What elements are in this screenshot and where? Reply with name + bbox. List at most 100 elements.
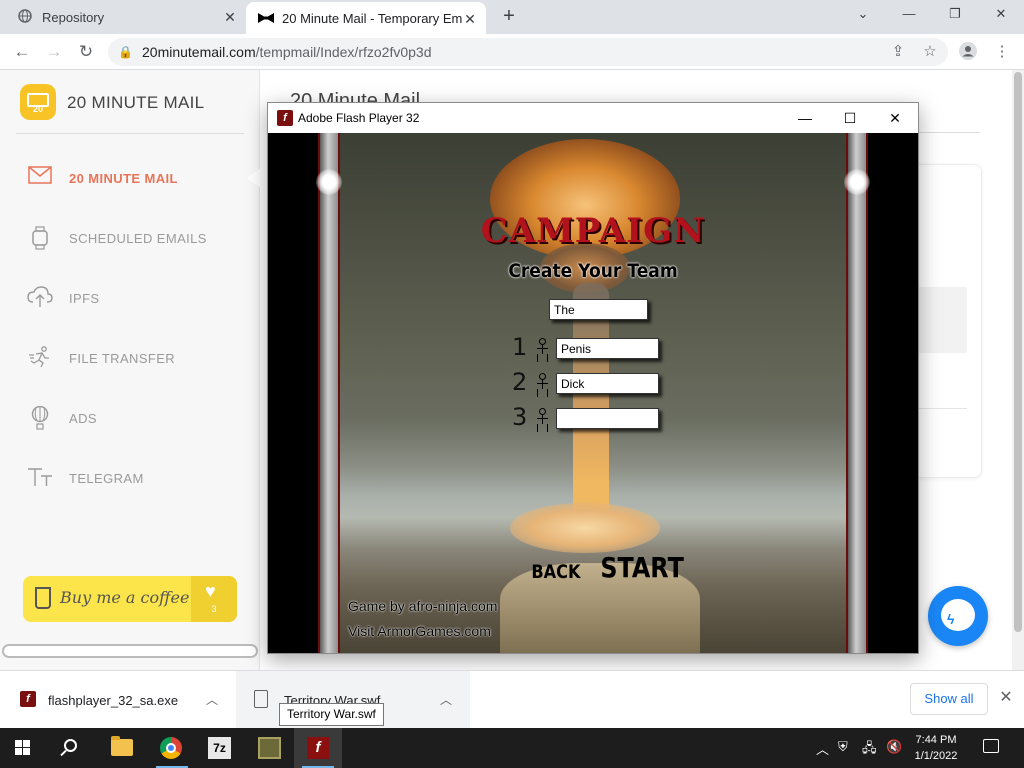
blast-base xyxy=(510,503,660,553)
folder-icon xyxy=(111,736,133,756)
coffee-count: 3 xyxy=(211,604,217,614)
buy-me-a-coffee-button[interactable]: Buy me a coffee ♥ 3 xyxy=(23,576,237,622)
coffee-label: Buy me a coffee xyxy=(60,588,190,607)
show-all-button[interactable]: Show all xyxy=(910,683,988,715)
unit-name-input-3[interactable] xyxy=(556,408,659,429)
sidebar: 20 20 MINUTE MAIL 20 MINUTE MAIL SCHEDUL… xyxy=(0,70,261,670)
coffee-count-box: ♥ 3 xyxy=(191,576,237,622)
address-bar[interactable]: 🔒 20minutemail.com/tempmail/Index/rfzo2f… xyxy=(108,38,948,66)
restore-icon[interactable]: ❐ xyxy=(944,6,966,26)
url-host: 20minutemail.com xyxy=(142,44,256,60)
forward-icon[interactable]: → xyxy=(44,42,64,62)
tooltip: Territory War.swf xyxy=(279,703,384,726)
vertical-scrollbar[interactable] xyxy=(1012,70,1024,670)
divider xyxy=(16,133,244,134)
chevron-up-icon[interactable]: ︿ xyxy=(204,691,220,707)
tab-search-icon[interactable]: ⌄ xyxy=(852,6,874,26)
close-window-icon[interactable]: ✕ xyxy=(990,6,1012,26)
menu-kebab-icon[interactable]: ⋮ xyxy=(992,42,1012,62)
game-app-button[interactable] xyxy=(246,728,294,768)
window-title: Adobe Flash Player 32 xyxy=(298,111,420,125)
mail-icon xyxy=(27,166,53,190)
flash-stage[interactable]: CAMPAIGN Create Your Team 1 2 3 BACK STA… xyxy=(268,133,918,653)
notification-icon[interactable] xyxy=(983,739,999,753)
sidebar-item-label: IPFS xyxy=(69,291,100,306)
globe-icon xyxy=(18,8,32,26)
network-icon[interactable]: 🖧 xyxy=(862,739,877,761)
sidebar-item-label: 20 MINUTE MAIL xyxy=(69,171,178,186)
clock[interactable]: 7:44 PM 1/1/2022 xyxy=(910,732,962,764)
close-tab-icon[interactable]: ✕ xyxy=(462,11,478,27)
share-icon[interactable]: ⇪ xyxy=(888,42,908,62)
unit-name-input-1[interactable] xyxy=(556,338,659,359)
logo[interactable]: 20 xyxy=(20,84,56,120)
flash-icon: f xyxy=(20,691,36,707)
brand-name[interactable]: 20 MINUTE MAIL xyxy=(67,93,204,113)
flash-titlebar[interactable]: f Adobe Flash Player 32 — ☐ ✕ xyxy=(268,103,918,133)
logo-badge: 20 xyxy=(32,104,43,114)
credit-text[interactable]: Game by afro-ninja.com xyxy=(348,598,497,614)
left-light-orb xyxy=(316,169,342,195)
bookmark-star-icon[interactable]: ☆ xyxy=(920,42,940,62)
search-icon xyxy=(64,739,77,752)
credit-text[interactable]: Visit ArmorGames.com xyxy=(348,623,491,639)
scrollbar-thumb[interactable] xyxy=(1014,72,1022,632)
messenger-chat-button[interactable]: ϟ xyxy=(928,586,988,646)
taskbar: 7z f ︿ ⛨ 🖧 🔇 7:44 PM 1/1/2022 xyxy=(0,728,1024,768)
download-item[interactable]: f flashplayer_32_sa.exe ︿ xyxy=(0,671,236,729)
back-button[interactable]: BACK xyxy=(531,561,580,583)
back-icon[interactable]: ← xyxy=(12,42,32,62)
stick-figure-icon xyxy=(536,338,548,362)
volume-icon[interactable]: 🔇 xyxy=(886,739,902,755)
tab-repository[interactable]: Repository ✕ xyxy=(8,0,246,34)
watch-icon xyxy=(27,226,53,250)
new-tab-button[interactable]: + xyxy=(498,6,520,28)
chevron-up-icon[interactable]: ︿ xyxy=(438,691,454,707)
sidebar-item-scheduled-emails[interactable]: SCHEDULED EMAILS xyxy=(0,218,260,258)
file-explorer-button[interactable] xyxy=(98,728,146,768)
start-button[interactable] xyxy=(0,728,48,768)
minimize-icon[interactable]: — xyxy=(898,6,920,26)
game-title: CAMPAIGN xyxy=(480,211,706,251)
chrome-button[interactable] xyxy=(148,728,196,768)
profile-icon[interactable] xyxy=(958,42,978,62)
security-icon[interactable]: ⛨ xyxy=(838,739,848,755)
sidebar-item-20-minute-mail[interactable]: 20 MINUTE MAIL xyxy=(0,158,261,198)
flash-player-window: f Adobe Flash Player 32 — ☐ ✕ CAMPAIGN C… xyxy=(267,102,919,654)
balloon-icon xyxy=(27,405,53,430)
close-window-icon[interactable]: ✕ xyxy=(883,107,907,129)
sidebar-item-label: FILE TRANSFER xyxy=(69,351,176,366)
7zip-button[interactable]: 7z xyxy=(196,728,244,768)
heart-icon: ♥ xyxy=(205,581,216,601)
minimize-icon[interactable]: — xyxy=(793,107,817,129)
windows-icon xyxy=(15,740,31,756)
text-icon xyxy=(27,466,53,490)
flash-player-taskbar-button[interactable]: f xyxy=(294,728,342,768)
sidebar-item-label: TELEGRAM xyxy=(69,471,144,486)
unit-name-input-2[interactable] xyxy=(556,373,659,394)
chevron-up-icon[interactable]: ︿ xyxy=(816,739,829,758)
flash-icon: f xyxy=(307,737,329,759)
sidebar-item-ads[interactable]: ADS xyxy=(0,398,260,438)
maximize-icon[interactable]: ☐ xyxy=(838,107,862,129)
team-name-input[interactable] xyxy=(549,299,648,320)
reload-icon[interactable]: ↻ xyxy=(76,42,96,62)
start-button[interactable]: START xyxy=(600,551,683,584)
sidebar-item-telegram[interactable]: TELEGRAM xyxy=(0,458,260,498)
tab-strip: Repository ✕ 20 Minute Mail - Temporary … xyxy=(0,0,1024,34)
slot-number: 1 xyxy=(512,333,528,361)
tab-20-minute-mail[interactable]: 20 Minute Mail - Temporary Email ✕ xyxy=(246,2,486,34)
horizontal-scrollbar[interactable] xyxy=(2,644,258,658)
sidebar-item-label: ADS xyxy=(69,411,97,426)
file-icon xyxy=(254,690,268,708)
sidebar-item-label: SCHEDULED EMAILS xyxy=(69,231,207,246)
close-tab-icon[interactable]: ✕ xyxy=(222,9,238,25)
search-button[interactable] xyxy=(48,728,96,768)
tab-title: Repository xyxy=(42,9,105,25)
clock-time: 7:44 PM xyxy=(915,734,957,746)
sidebar-item-file-transfer[interactable]: FILE TRANSFER xyxy=(0,338,260,378)
browser-toolbar: ← → ↻ 🔒 20minutemail.com/tempmail/Index/… xyxy=(0,34,1024,70)
cloud-upload-icon xyxy=(27,286,53,310)
close-icon[interactable]: ✕ xyxy=(998,690,1014,706)
sidebar-item-ipfs[interactable]: IPFS xyxy=(0,278,260,318)
